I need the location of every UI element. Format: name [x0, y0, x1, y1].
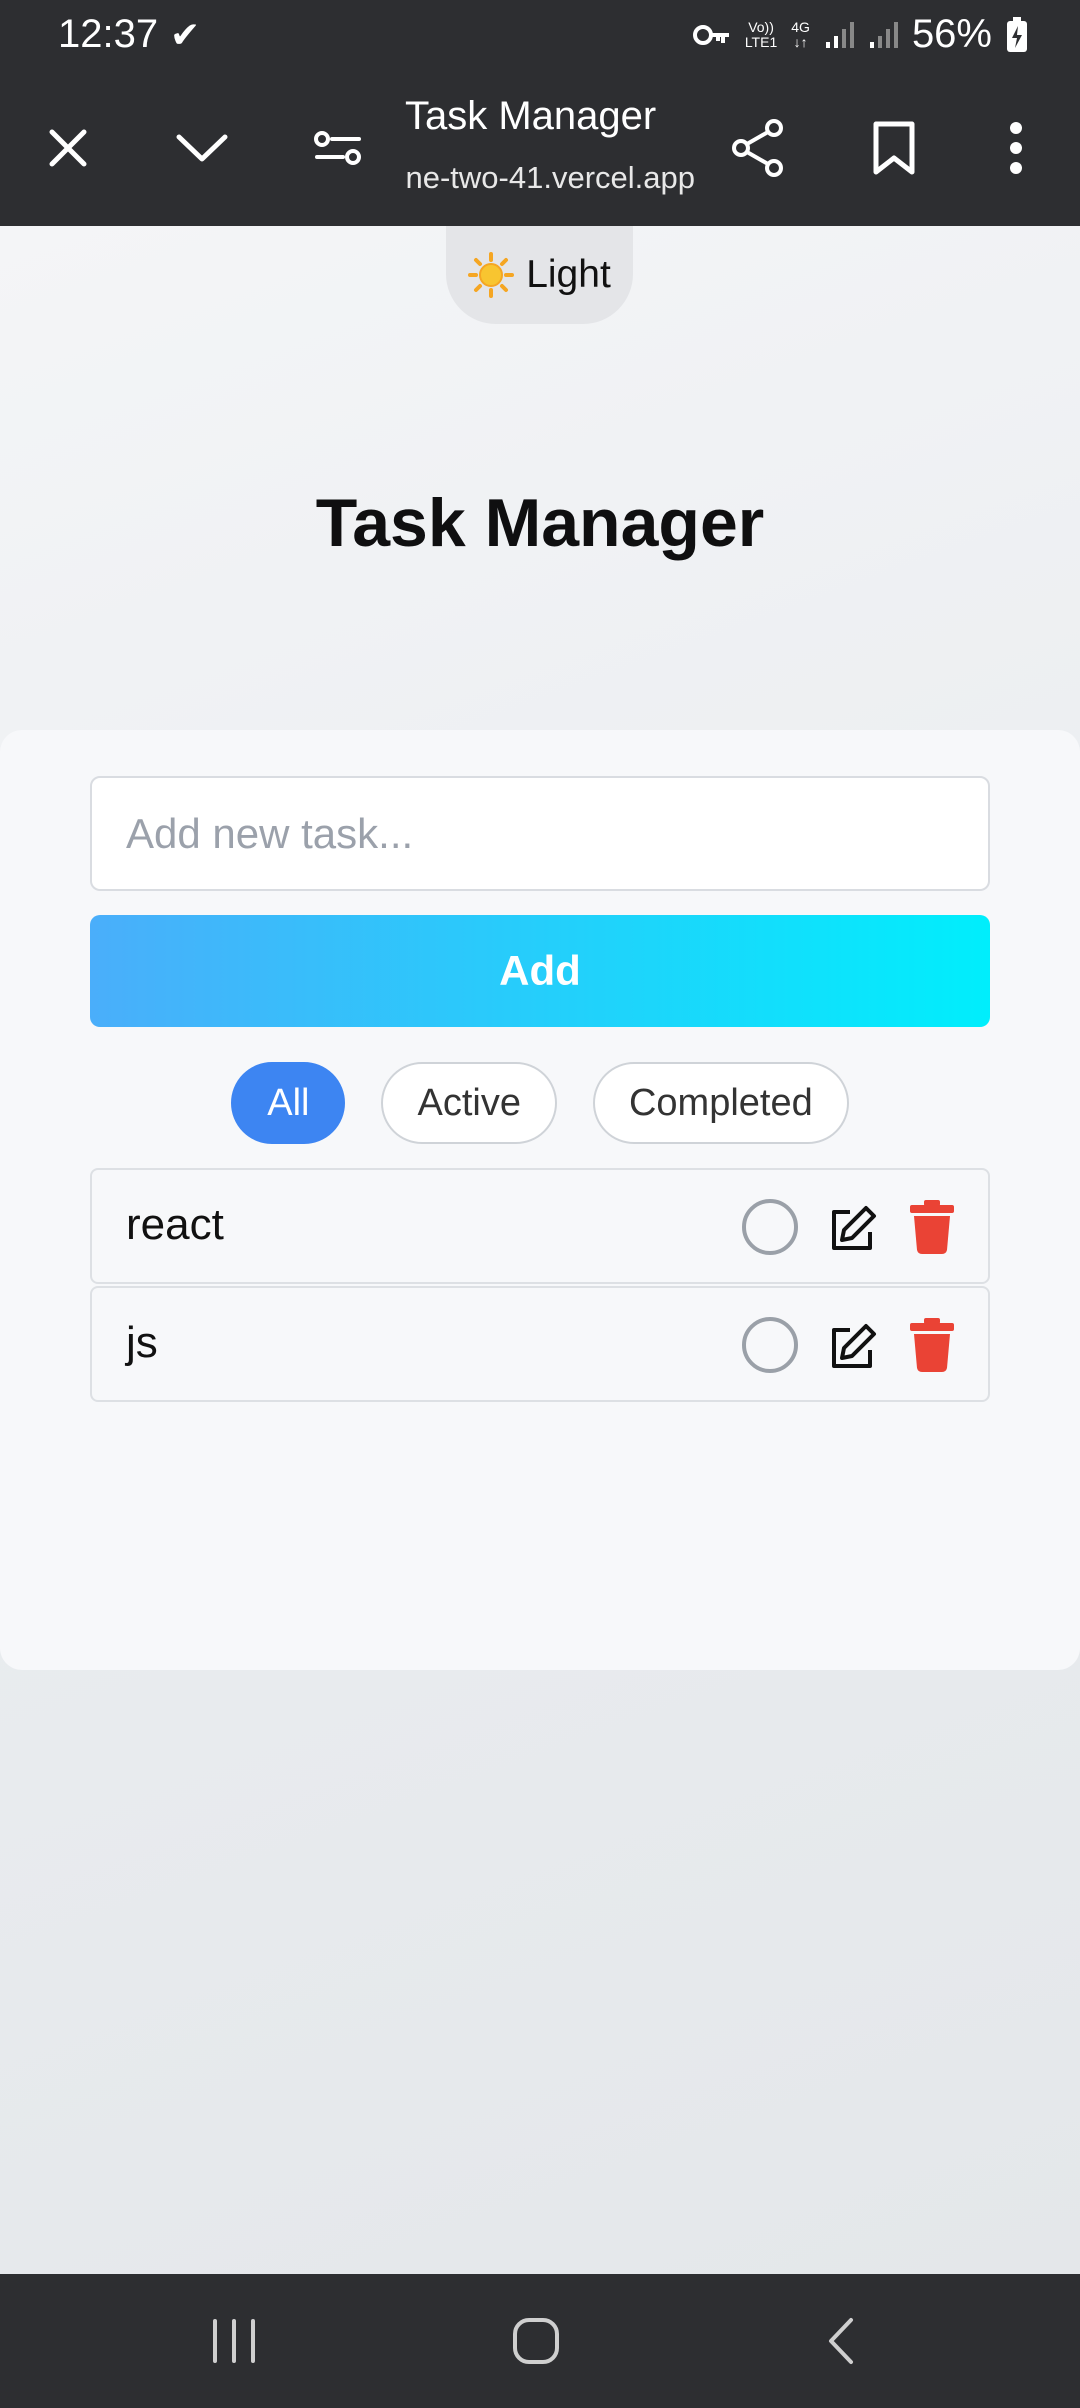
key-icon [692, 24, 729, 45]
chevron-down-icon[interactable] [166, 112, 238, 184]
task-row: js [90, 1286, 990, 1402]
recent-apps-icon[interactable] [194, 2306, 274, 2376]
battery-icon [1007, 16, 1027, 52]
notification-check-icon: ✔ [170, 14, 201, 55]
close-icon[interactable] [32, 112, 104, 184]
trash-icon[interactable] [910, 1200, 954, 1254]
signal-icon-2 [869, 21, 898, 48]
task-row: react [90, 1168, 990, 1284]
sun-icon [468, 252, 515, 298]
back-icon[interactable] [800, 2306, 880, 2376]
page-title: Task Manager [315, 485, 765, 561]
task-list: react js [90, 1168, 990, 1404]
theme-toggle-button[interactable]: Light [446, 226, 633, 324]
home-icon[interactable] [496, 2306, 576, 2376]
toggle-complete-circle-icon[interactable] [742, 1317, 798, 1373]
status-time: 12:37 [58, 12, 159, 56]
add-task-button[interactable]: Add [90, 915, 990, 1027]
network-type: 4G ↓↑ [791, 18, 810, 50]
browser-page-title: Task Manager [405, 94, 657, 138]
toggle-complete-circle-icon[interactable] [742, 1199, 798, 1255]
new-task-input[interactable] [90, 776, 990, 891]
volte-label: Vo)) LTE1 [744, 18, 778, 50]
share-icon[interactable] [722, 112, 794, 184]
edit-icon[interactable] [828, 1322, 878, 1372]
signal-icon [825, 21, 854, 48]
browser-url[interactable]: ne-two-41.vercel.app [405, 160, 696, 196]
site-settings-icon[interactable] [302, 112, 374, 184]
battery-percent: 56% [911, 12, 992, 56]
task-card: Add All Active Completed react [0, 730, 1080, 1670]
filter-completed[interactable]: Completed [592, 1062, 849, 1144]
status-indicators: Vo)) LTE1 4G ↓↑ 56% [692, 12, 1028, 57]
theme-toggle-label: Light [526, 253, 611, 296]
filter-active[interactable]: Active [381, 1062, 557, 1144]
status-bar: 12:37 ✔ Vo)) LTE1 4G ↓↑ 56% [0, 0, 1080, 72]
browser-toolbar: Task Manager ne-two-41.vercel.app [0, 72, 1080, 226]
filter-group: All Active Completed [0, 1062, 1080, 1144]
filter-all[interactable]: All [231, 1062, 346, 1144]
task-text: react [126, 1200, 224, 1249]
task-text: js [126, 1318, 158, 1367]
page-content: Light Task Manager Add All Active Comple… [0, 226, 1080, 2274]
more-options-icon[interactable] [980, 112, 1052, 184]
system-nav-bar [0, 2274, 1080, 2408]
trash-icon[interactable] [910, 1318, 954, 1372]
bookmark-icon[interactable] [858, 112, 930, 184]
edit-icon[interactable] [828, 1204, 878, 1254]
